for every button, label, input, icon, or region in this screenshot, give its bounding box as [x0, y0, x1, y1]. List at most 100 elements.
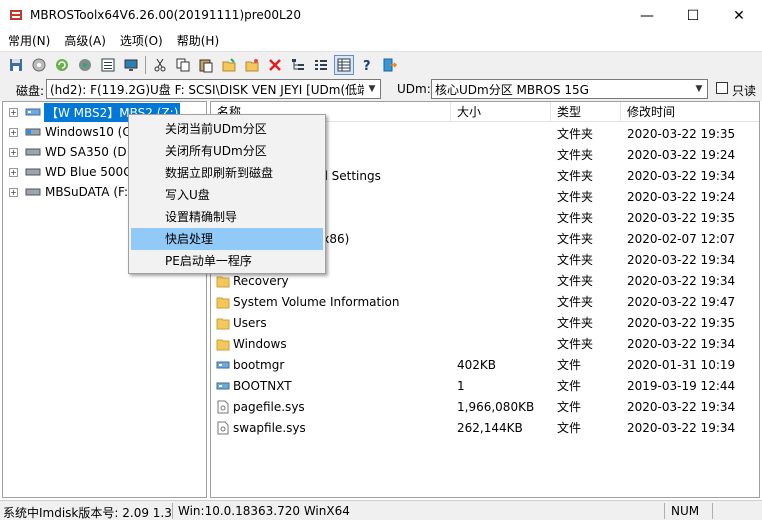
table-row[interactable]: bootmgr 402KB 文件 2020-01-31 10:19: [211, 355, 759, 376]
disk-label: 磁盘:: [16, 84, 45, 98]
file-type: 文件夹: [557, 337, 594, 351]
minimize-button[interactable]: —: [624, 0, 670, 31]
menu-item-close-current-udm[interactable]: 关闭当前UDm分区: [131, 118, 323, 140]
tree-view-icon[interactable]: [288, 55, 308, 75]
tree-item-label: MBSuDATA (F:): [45, 185, 133, 199]
menu-advanced[interactable]: 高级(A): [60, 32, 110, 50]
file-size: [457, 187, 551, 208]
status-divider: [172, 503, 173, 519]
readonly-checkbox[interactable]: [716, 82, 728, 94]
paste-icon[interactable]: [196, 55, 216, 75]
column-header-size[interactable]: 大小: [451, 102, 551, 122]
menu-item-precise-guide[interactable]: 设置精确制导: [131, 206, 323, 228]
file-size: [457, 166, 551, 187]
monitor-icon[interactable]: [121, 55, 141, 75]
file-size: [457, 145, 551, 166]
system-file-icon: [216, 361, 230, 369]
menu-item-quick-boot[interactable]: 快启处理: [131, 228, 323, 250]
column-header-date[interactable]: 修改时间: [621, 102, 759, 122]
menu-common[interactable]: 常用(N): [4, 32, 54, 50]
file-date: 2019-03-19 12:44: [627, 379, 736, 393]
file-icon: [217, 400, 229, 414]
expand-icon[interactable]: +: [9, 147, 18, 157]
file-type: 文件: [557, 400, 582, 414]
file-name: Windows: [233, 337, 287, 351]
menu-item-write-usb[interactable]: 写入U盘: [131, 184, 323, 206]
detail-view-icon[interactable]: [311, 55, 331, 75]
file-type: 文件夹: [557, 169, 594, 183]
menu-help[interactable]: 帮助(H): [173, 32, 223, 50]
drive-icon: [25, 188, 41, 196]
disc-icon[interactable]: [29, 55, 49, 75]
list-icon[interactable]: [98, 55, 118, 75]
folder-icon: [216, 276, 230, 288]
table-row[interactable]: Recovery 文件夹 2020-03-22 19:34: [211, 271, 759, 292]
refresh-icon[interactable]: [52, 55, 72, 75]
udm-select[interactable]: 核心UDm分区 MBROS 15G ▼: [431, 79, 708, 99]
file-size: [457, 334, 551, 355]
table-row[interactable]: swapfile.sys 262,144KB 文件 2020-03-22 19:34: [211, 418, 759, 439]
table-row[interactable]: BOOTNXT 1 文件 2019-03-19 12:44: [211, 376, 759, 397]
column-header-type[interactable]: 类型: [551, 102, 621, 122]
menu-item-close-all-udm[interactable]: 关闭所有UDm分区: [131, 140, 323, 162]
folder-icon: [216, 297, 230, 309]
file-date: 2020-03-22 19:47: [627, 295, 736, 309]
cut-icon[interactable]: [150, 55, 170, 75]
file-icon: [217, 421, 229, 435]
table-row[interactable]: System Volume Information 文件夹 2020-03-22 1…: [211, 292, 759, 313]
expand-icon[interactable]: +: [9, 167, 18, 177]
expand-icon[interactable]: +: [9, 127, 18, 137]
expand-icon[interactable]: +: [9, 187, 18, 197]
folder-icon: [216, 318, 230, 330]
file-type: 文件: [557, 421, 582, 435]
new-folder-icon[interactable]: [219, 55, 239, 75]
burn-icon[interactable]: [75, 55, 95, 75]
udm-label: UDm:: [397, 82, 431, 96]
file-size: 1,966,080KB: [457, 400, 535, 414]
floppy-icon[interactable]: [6, 55, 26, 75]
table-row[interactable]: pagefile.sys 1,966,080KB 文件 2020-03-22 19:3…: [211, 397, 759, 418]
table-row[interactable]: Users 文件夹 2020-03-22 19:35: [211, 313, 759, 334]
status-bar: 系统中Imdisk版本号: 2.09 1.3 Win:10.0.18363.72…: [0, 500, 762, 520]
menu-item-pe-single-program[interactable]: PE启动单一程序: [131, 250, 323, 272]
menu-options[interactable]: 选项(O): [116, 32, 167, 50]
exit-icon[interactable]: [380, 55, 400, 75]
file-size: 1: [457, 379, 465, 393]
close-button[interactable]: ✕: [716, 0, 762, 31]
status-imdisk-version: 系统中Imdisk版本号: 2.09 1.3: [3, 506, 172, 520]
toolbar: ?: [0, 51, 762, 77]
menu-item-flush-to-disk[interactable]: 数据立即刷新到磁盘: [131, 162, 323, 184]
svg-text:?: ?: [363, 59, 371, 73]
status-divider: [712, 503, 713, 519]
tree-item-label: WD SA350 (D:): [45, 145, 136, 159]
expand-icon[interactable]: +: [9, 107, 18, 117]
drive-icon: [25, 148, 41, 156]
chevron-down-icon: ▼: [691, 80, 707, 98]
table-row[interactable]: Windows 文件夹 2020-03-22 19:34: [211, 334, 759, 355]
grid-view-icon[interactable]: [334, 54, 354, 75]
open-folder-icon[interactable]: [242, 55, 262, 75]
file-date: 2020-02-07 12:07: [627, 232, 736, 246]
file-date: 2020-03-22 19:34: [627, 421, 736, 435]
file-date: 2020-03-22 19:24: [627, 148, 736, 162]
disk-select[interactable]: (hd2): F(119.2G)U盘 F: SCSI\DISK VEN JEYI…: [46, 79, 381, 99]
help-icon[interactable]: ?: [357, 55, 377, 75]
file-size: [457, 313, 551, 334]
system-file-icon: [216, 382, 230, 390]
status-os-version: Win:10.0.18363.720 WinX64: [178, 504, 350, 518]
file-size: 402KB: [457, 358, 497, 372]
file-name: swapfile.sys: [233, 421, 306, 435]
toolbar-separator: [145, 55, 146, 74]
file-type: 文件夹: [557, 232, 594, 246]
drive-icon: [25, 128, 41, 136]
file-type: 文件夹: [557, 148, 594, 162]
file-date: 2020-03-22 19:35: [627, 127, 736, 141]
file-date: 2020-03-22 19:34: [627, 253, 736, 267]
file-date: 2020-03-22 19:35: [627, 316, 736, 330]
copy-icon[interactable]: [173, 55, 193, 75]
title-bar: MBROSToolx64V6.26.00(20191111)pre00L20 —…: [0, 0, 762, 31]
maximize-button[interactable]: ☐: [670, 0, 716, 31]
chevron-down-icon: ▼: [364, 80, 380, 98]
file-type: 文件夹: [557, 295, 594, 309]
delete-icon[interactable]: [265, 55, 285, 75]
